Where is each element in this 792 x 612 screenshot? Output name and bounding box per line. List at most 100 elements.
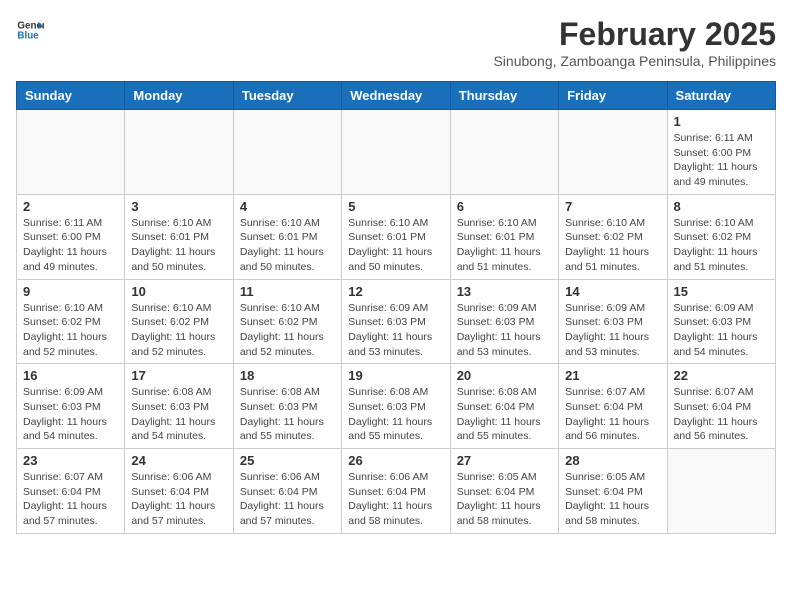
calendar-cell: 21 Sunrise: 6:07 AM Sunset: 6:04 PM Dayli… xyxy=(559,364,667,449)
weekday-header-monday: Monday xyxy=(125,82,233,110)
calendar-cell xyxy=(233,110,341,195)
calendar-cell: 7 Sunrise: 6:10 AM Sunset: 6:02 PM Daylig… xyxy=(559,194,667,279)
day-number: 15 xyxy=(674,284,769,299)
calendar-cell: 15 Sunrise: 6:09 AM Sunset: 6:03 PM Dayli… xyxy=(667,279,775,364)
day-info: Sunrise: 6:11 AM Sunset: 6:00 PM Dayligh… xyxy=(674,131,769,190)
day-number: 3 xyxy=(131,199,226,214)
page-header: General Blue February 2025 Sinubong, Zam… xyxy=(16,16,776,69)
day-info: Sunrise: 6:10 AM Sunset: 6:01 PM Dayligh… xyxy=(348,216,443,275)
day-info: Sunrise: 6:10 AM Sunset: 6:02 PM Dayligh… xyxy=(674,216,769,275)
day-info: Sunrise: 6:09 AM Sunset: 6:03 PM Dayligh… xyxy=(348,301,443,360)
location-subtitle: Sinubong, Zamboanga Peninsula, Philippin… xyxy=(493,53,776,69)
day-info: Sunrise: 6:07 AM Sunset: 6:04 PM Dayligh… xyxy=(674,385,769,444)
weekday-header-row: SundayMondayTuesdayWednesdayThursdayFrid… xyxy=(17,82,776,110)
day-number: 7 xyxy=(565,199,660,214)
day-info: Sunrise: 6:06 AM Sunset: 6:04 PM Dayligh… xyxy=(348,470,443,529)
day-info: Sunrise: 6:10 AM Sunset: 6:01 PM Dayligh… xyxy=(131,216,226,275)
weekday-header-friday: Friday xyxy=(559,82,667,110)
calendar-cell: 13 Sunrise: 6:09 AM Sunset: 6:03 PM Dayli… xyxy=(450,279,558,364)
day-number: 27 xyxy=(457,453,552,468)
day-number: 18 xyxy=(240,368,335,383)
calendar-cell: 2 Sunrise: 6:11 AM Sunset: 6:00 PM Daylig… xyxy=(17,194,125,279)
day-number: 9 xyxy=(23,284,118,299)
day-number: 4 xyxy=(240,199,335,214)
day-info: Sunrise: 6:10 AM Sunset: 6:02 PM Dayligh… xyxy=(131,301,226,360)
calendar-cell: 19Sunrise: 6:08 AM Sunset: 6:03 PM Dayli… xyxy=(342,364,450,449)
day-info: Sunrise: 6:08 AM Sunset: 6:03 PM Dayligh… xyxy=(131,385,226,444)
calendar-week-1: 1 Sunrise: 6:11 AM Sunset: 6:00 PM Daylig… xyxy=(17,110,776,195)
day-number: 17 xyxy=(131,368,226,383)
weekday-header-saturday: Saturday xyxy=(667,82,775,110)
day-number: 10 xyxy=(131,284,226,299)
calendar-cell: 4 Sunrise: 6:10 AM Sunset: 6:01 PM Daylig… xyxy=(233,194,341,279)
calendar-cell: 17 Sunrise: 6:08 AM Sunset: 6:03 PM Dayli… xyxy=(125,364,233,449)
day-number: 24 xyxy=(131,453,226,468)
calendar-cell: 8 Sunrise: 6:10 AM Sunset: 6:02 PM Daylig… xyxy=(667,194,775,279)
calendar-cell: 18 Sunrise: 6:08 AM Sunset: 6:03 PM Dayli… xyxy=(233,364,341,449)
day-number: 28 xyxy=(565,453,660,468)
day-info: Sunrise: 6:10 AM Sunset: 6:02 PM Dayligh… xyxy=(240,301,335,360)
day-number: 25 xyxy=(240,453,335,468)
weekday-header-wednesday: Wednesday xyxy=(342,82,450,110)
day-info: Sunrise: 6:11 AM Sunset: 6:00 PM Dayligh… xyxy=(23,216,118,275)
weekday-header-tuesday: Tuesday xyxy=(233,82,341,110)
day-info: Sunrise: 6:05 AM Sunset: 6:04 PM Dayligh… xyxy=(565,470,660,529)
calendar-cell: 14 Sunrise: 6:09 AM Sunset: 6:03 PM Dayli… xyxy=(559,279,667,364)
calendar-cell xyxy=(342,110,450,195)
day-number: 6 xyxy=(457,199,552,214)
day-info: Sunrise: 6:10 AM Sunset: 6:02 PM Dayligh… xyxy=(565,216,660,275)
day-info: Sunrise: 6:08 AM Sunset: 6:03 PM Dayligh… xyxy=(240,385,335,444)
calendar-cell xyxy=(17,110,125,195)
day-info: Sunrise: 6:09 AM Sunset: 6:03 PM Dayligh… xyxy=(23,385,118,444)
calendar-week-4: 16 Sunrise: 6:09 AM Sunset: 6:03 PM Dayli… xyxy=(17,364,776,449)
calendar-cell: 26 Sunrise: 6:06 AM Sunset: 6:04 PM Dayli… xyxy=(342,449,450,534)
day-info: Sunrise: 6:10 AM Sunset: 6:01 PM Dayligh… xyxy=(457,216,552,275)
day-info: Sunrise: 6:06 AM Sunset: 6:04 PM Dayligh… xyxy=(240,470,335,529)
calendar-week-3: 9 Sunrise: 6:10 AM Sunset: 6:02 PM Daylig… xyxy=(17,279,776,364)
calendar-cell: 6 Sunrise: 6:10 AM Sunset: 6:01 PM Daylig… xyxy=(450,194,558,279)
day-info: Sunrise: 6:09 AM Sunset: 6:03 PM Dayligh… xyxy=(565,301,660,360)
calendar-week-5: 23 Sunrise: 6:07 AM Sunset: 6:04 PM Dayli… xyxy=(17,449,776,534)
day-number: 14 xyxy=(565,284,660,299)
weekday-header-thursday: Thursday xyxy=(450,82,558,110)
day-info: Sunrise: 6:10 AM Sunset: 6:01 PM Dayligh… xyxy=(240,216,335,275)
day-number: 23 xyxy=(23,453,118,468)
day-number: 16 xyxy=(23,368,118,383)
calendar-cell: 10 Sunrise: 6:10 AM Sunset: 6:02 PM Dayli… xyxy=(125,279,233,364)
day-info: Sunrise: 6:08 AM Sunset: 6:04 PM Dayligh… xyxy=(457,385,552,444)
day-info: Sunrise: 6:09 AM Sunset: 6:03 PM Dayligh… xyxy=(457,301,552,360)
logo-icon: General Blue xyxy=(16,16,44,44)
calendar-cell: 25 Sunrise: 6:06 AM Sunset: 6:04 PM Dayli… xyxy=(233,449,341,534)
calendar-cell: 9 Sunrise: 6:10 AM Sunset: 6:02 PM Daylig… xyxy=(17,279,125,364)
day-number: 19 xyxy=(348,368,443,383)
calendar-cell: 22 Sunrise: 6:07 AM Sunset: 6:04 PM Dayli… xyxy=(667,364,775,449)
day-info: Sunrise: 6:09 AM Sunset: 6:03 PM Dayligh… xyxy=(674,301,769,360)
weekday-header-sunday: Sunday xyxy=(17,82,125,110)
calendar-cell: 3 Sunrise: 6:10 AM Sunset: 6:01 PM Daylig… xyxy=(125,194,233,279)
title-block: February 2025 Sinubong, Zamboanga Penins… xyxy=(493,16,776,69)
day-number: 20 xyxy=(457,368,552,383)
day-number: 13 xyxy=(457,284,552,299)
day-info: Sunrise: 6:07 AM Sunset: 6:04 PM Dayligh… xyxy=(23,470,118,529)
calendar-cell xyxy=(667,449,775,534)
day-number: 2 xyxy=(23,199,118,214)
calendar-cell xyxy=(559,110,667,195)
calendar-cell: 28 Sunrise: 6:05 AM Sunset: 6:04 PM Dayli… xyxy=(559,449,667,534)
calendar-cell xyxy=(450,110,558,195)
day-number: 21 xyxy=(565,368,660,383)
calendar-cell: 5Sunrise: 6:10 AM Sunset: 6:01 PM Daylig… xyxy=(342,194,450,279)
calendar-cell: 11Sunrise: 6:10 AM Sunset: 6:02 PM Dayli… xyxy=(233,279,341,364)
calendar-cell: 16 Sunrise: 6:09 AM Sunset: 6:03 PM Dayli… xyxy=(17,364,125,449)
calendar-cell xyxy=(125,110,233,195)
day-number: 22 xyxy=(674,368,769,383)
day-number: 26 xyxy=(348,453,443,468)
calendar-table: SundayMondayTuesdayWednesdayThursdayFrid… xyxy=(16,81,776,534)
calendar-cell: 24Sunrise: 6:06 AM Sunset: 6:04 PM Dayli… xyxy=(125,449,233,534)
calendar-cell: 27 Sunrise: 6:05 AM Sunset: 6:04 PM Dayli… xyxy=(450,449,558,534)
day-number: 8 xyxy=(674,199,769,214)
calendar-week-2: 2 Sunrise: 6:11 AM Sunset: 6:00 PM Daylig… xyxy=(17,194,776,279)
day-info: Sunrise: 6:10 AM Sunset: 6:02 PM Dayligh… xyxy=(23,301,118,360)
day-info: Sunrise: 6:05 AM Sunset: 6:04 PM Dayligh… xyxy=(457,470,552,529)
day-number: 1 xyxy=(674,114,769,129)
day-info: Sunrise: 6:07 AM Sunset: 6:04 PM Dayligh… xyxy=(565,385,660,444)
